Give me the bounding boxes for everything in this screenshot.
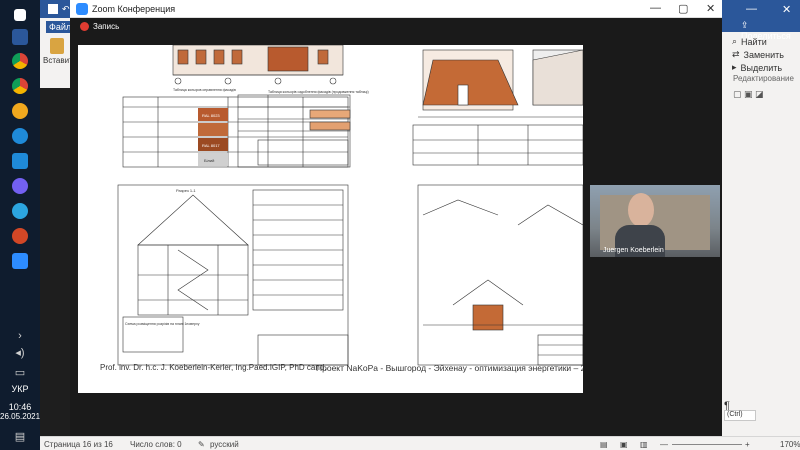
bottom-left-section	[117, 184, 349, 366]
shared-screen-slide: RAL 8023 RAL 8017 Білий Таблица колыров …	[78, 45, 583, 393]
viber-icon[interactable]	[6, 175, 34, 197]
chrome-icon[interactable]	[6, 50, 34, 72]
paste-options-chip[interactable]: (Ctrl)	[724, 410, 756, 421]
select-button[interactable]: ▸ Выделить	[732, 62, 782, 73]
dictate-icon[interactable]: ▢ ▣ ◪	[733, 89, 764, 99]
replace-icon: ⇄	[732, 49, 740, 59]
zoom-window-title: Zoom Конференция	[92, 4, 176, 14]
swatch-ral	[198, 123, 228, 136]
chrome-icon-2[interactable]	[6, 75, 34, 97]
section-title: Разрез 1-1	[176, 188, 196, 193]
top-middle-table	[237, 94, 351, 168]
notifications-icon[interactable]: ▤	[0, 430, 40, 443]
page-count[interactable]: Страница 16 из 16	[44, 440, 113, 449]
read-mode-icon[interactable]: ▤	[600, 440, 608, 449]
replace-label: Заменить	[743, 49, 784, 60]
zoom-close-icon[interactable]: ✕	[706, 2, 715, 15]
word-save-icon[interactable]	[48, 4, 58, 14]
top-table-title-right: Таблиця кольорів оздоблення фасадів (про…	[268, 90, 369, 94]
recording-label[interactable]: Запись	[93, 22, 119, 31]
color-label-1: RAL 8023	[202, 113, 220, 118]
chrome-canary-icon[interactable]	[6, 100, 34, 122]
color-label-3: Білий	[204, 158, 214, 163]
windows-taskbar: › ◂) ▭ УКР 10:46 26.05.2021 ▤	[0, 0, 40, 450]
clock-time[interactable]: 10:46	[0, 402, 40, 412]
find-button[interactable]: ⌕ Найти	[732, 36, 767, 47]
clock-date[interactable]: 26.05.2021	[0, 412, 40, 421]
search-icon: ⌕	[732, 36, 738, 46]
telegram-icon[interactable]	[6, 200, 34, 222]
select-icon: ▸	[732, 62, 737, 72]
zoom-icon[interactable]	[6, 250, 34, 272]
zoom-slider[interactable]	[672, 444, 742, 445]
word-status-bar: Страница 16 из 16 Число слов: 0 ✎ русски…	[40, 436, 800, 450]
ribbon-bottom-icons: ▢ ▣ ◪	[733, 84, 783, 99]
word-icon[interactable]	[6, 26, 34, 48]
architecture-drawings: RAL 8023 RAL 8017 Білий Таблица колыров …	[117, 45, 583, 366]
top-left-drawing	[122, 45, 349, 168]
language-indicator[interactable]: УКР	[0, 384, 40, 394]
language-status[interactable]: русский	[210, 440, 239, 449]
word-count[interactable]: Число слов: 0	[130, 440, 182, 449]
zoom-out-icon[interactable]: —	[660, 440, 668, 449]
speaker-face	[628, 193, 654, 227]
powerpoint-icon[interactable]	[6, 225, 34, 247]
share-icon: ⇪	[741, 20, 749, 30]
paste-icon[interactable]	[50, 38, 64, 54]
chevron-right-icon[interactable]: ›	[0, 330, 40, 342]
replace-button[interactable]: ⇄ Заменить	[732, 49, 784, 60]
zoom-titlebar: Zoom Конференция — ▢ ✕	[70, 0, 722, 18]
save-icon[interactable]	[6, 4, 34, 26]
find-label: Найти	[741, 36, 767, 47]
zoom-maximize-icon[interactable]: ▢	[678, 2, 688, 15]
zoom-minimize-icon[interactable]: —	[650, 2, 661, 14]
zoom-in-icon[interactable]: +	[745, 440, 750, 449]
minimize-icon[interactable]: —	[746, 3, 757, 15]
network-icon[interactable]: ▭	[0, 366, 40, 379]
project-caption: Проект NaKoPa - Вышгород - Эйхенау - опт…	[316, 363, 583, 373]
top-table-title: Таблица колыров оправлення фасадів	[173, 88, 236, 92]
recording-icon[interactable]	[80, 22, 89, 31]
select-label: Выделить	[740, 62, 783, 73]
zoom-logo-icon	[76, 3, 88, 15]
author-caption: Prof. inv. Dr. h.c. J. Koeberlein-Kerler…	[100, 363, 327, 372]
plan-title: Схема розміщення розрізів на плані 1пове…	[125, 322, 200, 326]
web-layout-icon[interactable]: ▥	[640, 440, 648, 449]
color-label-2: RAL 8017	[202, 143, 220, 148]
close-icon[interactable]: ✕	[782, 3, 791, 16]
proofing-icon[interactable]: ✎	[198, 440, 205, 449]
zoom-level[interactable]: 170%	[780, 440, 800, 449]
editing-group-caption: Редактирование	[733, 74, 794, 83]
edge-icon[interactable]	[6, 125, 34, 147]
speaker-name-label: Juergen Koeberlein	[603, 247, 664, 254]
volume-icon[interactable]: ◂)	[0, 346, 40, 359]
top-right-drawing	[412, 49, 583, 166]
bottom-right-details	[417, 184, 583, 366]
file-explorer-icon[interactable]	[6, 150, 34, 172]
print-layout-icon[interactable]: ▣	[620, 440, 628, 449]
